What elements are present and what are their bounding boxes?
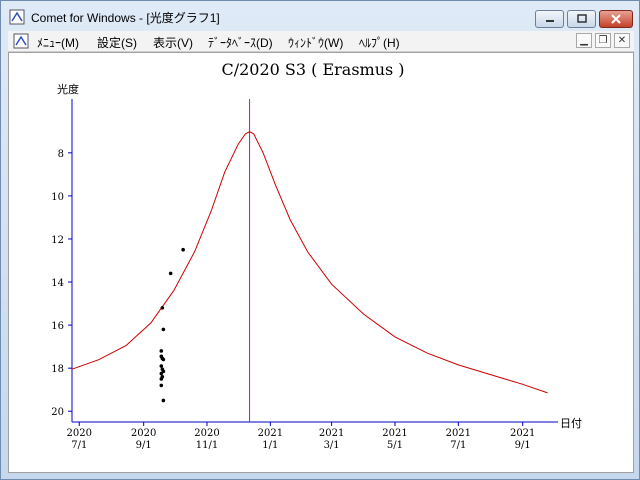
observation-point — [181, 247, 185, 252]
document-icon[interactable] — [13, 33, 29, 49]
x-tick-date: 1/1 — [262, 440, 278, 451]
observation-point — [168, 271, 173, 276]
mdi-restore-button[interactable]: ❐ — [595, 33, 611, 48]
y-tick-label: 16 — [51, 321, 64, 332]
menu-item-settings[interactable]: 設定(S) — [97, 34, 137, 51]
observation-point — [161, 327, 166, 332]
y-axis-label: 光度 — [57, 82, 79, 96]
mdi-minimize-button[interactable]: ▁ — [576, 33, 592, 48]
x-tick-year: 2021 — [382, 428, 407, 439]
light-curve-chart: C/2020 S3 ( Erasmus ) 光度 日付 8 10 12 14 16 18 2… — [51, 60, 582, 451]
x-tick-year: 2021 — [319, 428, 344, 439]
app-window: Comet for Windows - [光度グラフ1] ﾒﾆｭｰ(M) 設定(… — [0, 0, 640, 480]
x-tick-year: 2021 — [258, 428, 283, 439]
x-tick-date: 7/1 — [71, 440, 87, 451]
menu-item-database[interactable]: ﾃﾞｰﾀﾍﾞｰｽ(D) — [208, 34, 273, 51]
y-tick-label: 8 — [58, 149, 64, 160]
menu-item-view[interactable]: 表示(V) — [153, 34, 193, 51]
x-tick-year: 2021 — [510, 428, 535, 439]
window-title: Comet for Windows - [光度グラフ1] — [31, 11, 220, 25]
restore-icon — [576, 14, 587, 23]
observation-point — [161, 357, 166, 362]
y-tick-label: 20 — [51, 407, 64, 418]
observation-point — [159, 364, 164, 368]
x-tick-year: 2021 — [446, 428, 471, 439]
title-bar[interactable]: Comet for Windows - [光度グラフ1] — [1, 1, 639, 31]
observation-point — [159, 377, 164, 381]
observation-point — [159, 383, 164, 388]
close-icon — [611, 14, 621, 24]
mdi-restore-icon: ❐ — [598, 35, 608, 46]
chart-area: C/2020 S3 ( Erasmus ) 光度 日付 8 10 12 14 16 18 2… — [8, 52, 634, 473]
restore-button[interactable] — [567, 10, 596, 28]
x-axis-label: 日付 — [560, 417, 582, 430]
x-tick-year: 2020 — [194, 428, 219, 439]
minimize-icon — [545, 20, 554, 22]
observation-point — [159, 349, 164, 353]
x-tick-date: 9/1 — [515, 440, 531, 451]
menu-item-window[interactable]: ｳｨﾝﾄﾞｳ(W) — [288, 34, 343, 51]
y-tick-label: 10 — [51, 192, 64, 203]
x-tick-date: 9/1 — [136, 440, 152, 451]
x-tick-date: 11/1 — [196, 440, 218, 451]
close-button[interactable] — [599, 10, 633, 28]
y-tick-label: 14 — [51, 278, 64, 289]
comet-app-icon — [9, 9, 25, 25]
x-tick-year: 2020 — [67, 428, 92, 439]
observation-point — [159, 371, 164, 376]
y-tick-label: 12 — [51, 235, 64, 246]
menu-item-menu[interactable]: ﾒﾆｭｰ(M) — [37, 34, 79, 51]
menu-bar: ﾒﾆｭｰ(M) 設定(S) 表示(V) ﾃﾞｰﾀﾍﾞｰｽ(D) ｳｨﾝﾄﾞｳ(W… — [8, 31, 634, 52]
predicted-magnitude-curve — [71, 131, 548, 394]
menu-item-help[interactable]: ﾍﾙﾌﾟ(H) — [359, 34, 400, 51]
chart-title: C/2020 S3 ( Erasmus ) — [221, 60, 404, 79]
x-tick-date: 7/1 — [450, 440, 466, 451]
x-tick-date: 5/1 — [387, 440, 403, 451]
mdi-close-icon: ✕ — [617, 35, 627, 46]
mdi-close-button[interactable]: ✕ — [614, 33, 630, 48]
observation-point — [161, 398, 166, 403]
x-tick-date: 3/1 — [324, 440, 340, 451]
observation-point — [160, 306, 165, 310]
minimize-button[interactable] — [535, 10, 564, 28]
y-tick-label: 18 — [51, 364, 64, 375]
mdi-minimize-icon: ▁ — [580, 35, 588, 46]
x-tick-year: 2020 — [131, 428, 156, 439]
